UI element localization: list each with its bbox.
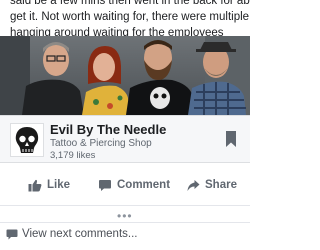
- more-dots[interactable]: •••: [117, 209, 133, 223]
- thumbs-up-icon: [28, 179, 42, 191]
- bookmark-button[interactable]: [224, 130, 238, 148]
- divider: [0, 205, 250, 206]
- comment-button[interactable]: Comment: [98, 174, 170, 196]
- share-button[interactable]: Share: [187, 174, 237, 196]
- post-photo[interactable]: [0, 36, 250, 115]
- like-button[interactable]: Like: [28, 174, 70, 196]
- comment-label: Comment: [117, 179, 171, 191]
- bookmark-icon: [226, 131, 236, 147]
- post-text-line-2: get it. Not worth waiting for, there wer…: [10, 11, 250, 23]
- share-label: Share: [205, 179, 237, 191]
- divider: [0, 222, 250, 223]
- page-thumbnail[interactable]: [10, 123, 44, 157]
- page-category: Tattoo & Piercing Shop: [50, 138, 152, 149]
- comment-bubble-icon: [6, 229, 18, 239]
- view-next-comments-label: View next comments...: [22, 228, 138, 240]
- page-name[interactable]: Evil By The Needle: [50, 122, 166, 137]
- post-text-line-1: said be a few mins then went in the back…: [10, 0, 250, 7]
- share-icon: [187, 179, 200, 191]
- action-bar: Like Comment Share: [0, 174, 250, 196]
- skull-logo-icon: [11, 124, 43, 156]
- group-photo-image: [0, 36, 250, 115]
- view-next-comments-link[interactable]: View next comments...: [6, 228, 137, 240]
- page-card[interactable]: Evil By The Needle Tattoo & Piercing Sho…: [0, 115, 250, 163]
- comment-icon: [99, 179, 111, 191]
- page-likes-count: 3,179 likes: [50, 150, 96, 161]
- post-text: said be a few mins then went in the back…: [0, 0, 250, 36]
- post-text-line-3: hanging around waiting for the employees: [10, 27, 224, 36]
- like-label: Like: [47, 179, 71, 191]
